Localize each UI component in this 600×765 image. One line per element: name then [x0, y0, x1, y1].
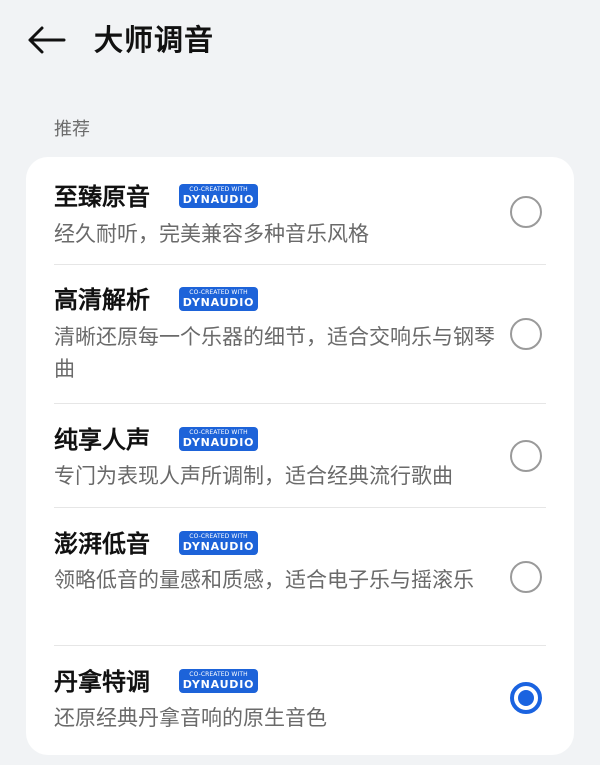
sound-tuning-page: 大师调音 推荐 至臻原音 CO-CREATED WITH DYNAUDIO 经久… — [0, 0, 600, 765]
app-header: 大师调音 — [0, 0, 600, 84]
option-radio-2[interactable] — [510, 440, 542, 472]
dynaudio-badge: CO-CREATED WITH DYNAUDIO — [179, 427, 258, 451]
option-description: 专门为表现人声所调制，适合经典流行歌曲 — [54, 464, 453, 488]
option-title: 纯享人声 — [54, 426, 150, 454]
arrow-left-icon — [28, 26, 66, 54]
option-radio-1[interactable] — [510, 318, 542, 350]
tuning-option-2[interactable]: 纯享人声 CO-CREATED WITH DYNAUDIO 专门为表现人声所调制… — [26, 404, 574, 508]
badge-brand-text: DYNAUDIO — [182, 678, 255, 691]
option-radio-4[interactable] — [510, 682, 542, 714]
option-description: 领略低音的量感和质感，适合电子乐与摇滚乐 — [54, 568, 474, 592]
option-radio-0[interactable] — [510, 196, 542, 228]
tuning-option-4[interactable]: 丹拿特调 CO-CREATED WITH DYNAUDIO 还原经典丹拿音响的原… — [26, 646, 574, 755]
option-title: 高清解析 — [54, 286, 150, 314]
tuning-option-3[interactable]: 澎湃低音 CO-CREATED WITH DYNAUDIO 领略低音的量感和质感… — [26, 508, 574, 646]
tuning-option-0[interactable]: 至臻原音 CO-CREATED WITH DYNAUDIO 经久耐听，完美兼容多… — [26, 157, 574, 265]
tuning-options-card: 至臻原音 CO-CREATED WITH DYNAUDIO 经久耐听，完美兼容多… — [26, 157, 574, 755]
section-label-recommended: 推荐 — [54, 119, 90, 140]
badge-brand-text: DYNAUDIO — [182, 540, 255, 553]
option-description: 还原经典丹拿音响的原生音色 — [54, 706, 327, 730]
option-title: 澎湃低音 — [54, 530, 150, 558]
radio-dot — [518, 690, 534, 706]
option-radio-3[interactable] — [510, 561, 542, 593]
dynaudio-badge: CO-CREATED WITH DYNAUDIO — [179, 531, 258, 555]
dynaudio-badge: CO-CREATED WITH DYNAUDIO — [179, 287, 258, 311]
tuning-option-1[interactable]: 高清解析 CO-CREATED WITH DYNAUDIO 清晰还原每一个乐器的… — [26, 265, 574, 404]
dynaudio-badge: CO-CREATED WITH DYNAUDIO — [179, 669, 258, 693]
page-title: 大师调音 — [94, 23, 215, 57]
dynaudio-badge: CO-CREATED WITH DYNAUDIO — [179, 184, 258, 208]
option-title: 至臻原音 — [54, 183, 150, 211]
option-description: 清晰还原每一个乐器的细节，适合交响乐与钢琴曲 — [54, 325, 495, 381]
option-description: 经久耐听，完美兼容多种音乐风格 — [54, 222, 369, 246]
badge-brand-text: DYNAUDIO — [182, 296, 255, 309]
badge-brand-text: DYNAUDIO — [182, 436, 255, 449]
back-button[interactable] — [22, 20, 70, 60]
option-title: 丹拿特调 — [54, 668, 150, 696]
badge-brand-text: DYNAUDIO — [182, 193, 255, 206]
